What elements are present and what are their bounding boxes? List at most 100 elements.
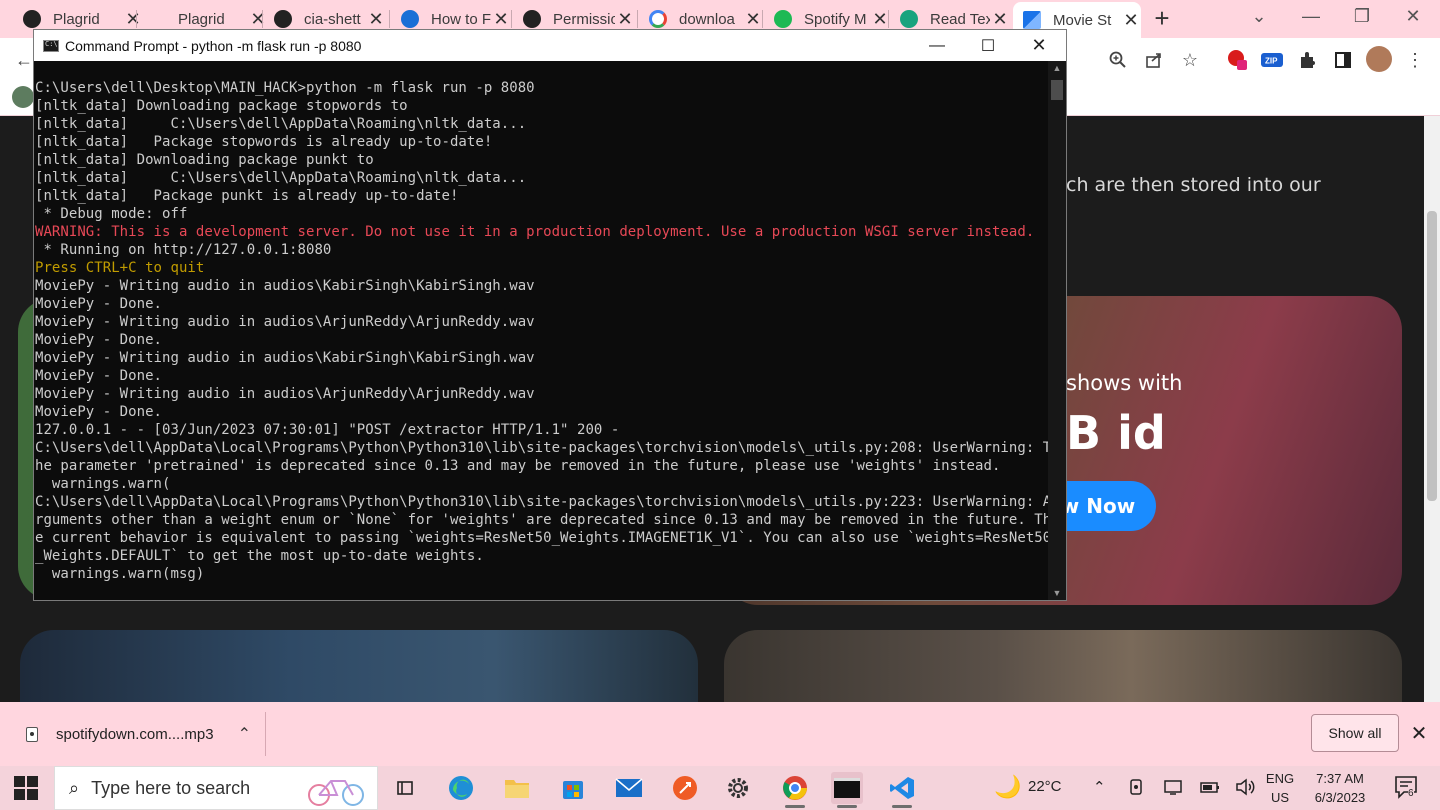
cmd-maximize-button[interactable]: ☐ bbox=[963, 30, 1013, 61]
close-shelf-icon[interactable]: ✕ bbox=[1407, 722, 1431, 746]
volume-speaker-icon[interactable] bbox=[1235, 778, 1255, 800]
github-icon bbox=[523, 10, 541, 28]
profile-avatar[interactable] bbox=[1366, 46, 1392, 72]
tab-title: Permissio bbox=[553, 10, 615, 28]
windows-taskbar: ⌕ Type here to search 🌙 22°C ⌃ ENG US 7:… bbox=[0, 766, 1440, 810]
console-line: MoviePy - Writing audio in audios\ArjunR… bbox=[35, 386, 535, 402]
page-scrollbar[interactable] bbox=[1424, 116, 1440, 702]
console-line: [nltk_data] C:\Users\dell\AppData\Roamin… bbox=[35, 170, 527, 186]
console-line: C:\Users\dell\AppData\Local\Programs\Pyt… bbox=[35, 440, 1049, 456]
gear-icon bbox=[23, 10, 41, 28]
lower-card-right bbox=[724, 630, 1402, 702]
settings-gear-icon[interactable] bbox=[722, 772, 754, 804]
share-icon[interactable] bbox=[1142, 48, 1166, 72]
console-line: [nltk_data] Package punkt is already up-… bbox=[35, 188, 459, 204]
google-icon bbox=[649, 10, 667, 28]
tab-title: Spotify M bbox=[804, 10, 867, 28]
new-tab-button[interactable]: + bbox=[1150, 4, 1174, 32]
page-paragraph-text: ch are then stored into our bbox=[1066, 174, 1321, 196]
tab-close-icon[interactable]: ✕ bbox=[366, 9, 386, 30]
tab-title: Movie St bbox=[1053, 11, 1112, 29]
cmd-scrollbar[interactable]: ▲ ▼ bbox=[1048, 61, 1066, 600]
cmd-icon bbox=[43, 39, 59, 52]
tab-close-icon[interactable]: ✕ bbox=[743, 9, 763, 30]
taskbar-search-box[interactable]: ⌕ Type here to search bbox=[54, 766, 378, 810]
menu-kebab-icon[interactable]: ⋮ bbox=[1403, 48, 1427, 72]
mail-icon[interactable] bbox=[613, 772, 645, 804]
browser-close-button[interactable]: ✕ bbox=[1398, 6, 1428, 27]
display-icon[interactable] bbox=[1163, 778, 1183, 800]
browser-minimize-button[interactable]: — bbox=[1296, 6, 1326, 27]
task-view-icon[interactable] bbox=[389, 772, 421, 804]
weather-temperature[interactable]: 22°C bbox=[1028, 778, 1062, 795]
tab-separator bbox=[888, 10, 889, 28]
tab-separator bbox=[511, 10, 512, 28]
clock-date: 6/3/2023 bbox=[1314, 790, 1366, 805]
edge-browser-icon[interactable] bbox=[445, 772, 477, 804]
scroll-up-icon[interactable]: ▲ bbox=[1048, 63, 1066, 73]
microsoft-store-icon[interactable] bbox=[557, 772, 589, 804]
tab-title: How to F bbox=[431, 10, 491, 28]
postman-app-icon[interactable] bbox=[669, 772, 701, 804]
chevron-up-icon[interactable]: ⌃ bbox=[238, 724, 251, 744]
tab-title: Plagrid bbox=[53, 10, 100, 28]
tab-close-icon[interactable]: ✕ bbox=[491, 9, 511, 30]
tab-close-icon[interactable]: ✕ bbox=[1121, 10, 1141, 31]
notification-center-icon[interactable] bbox=[1394, 774, 1420, 806]
tab-close-icon[interactable]: ✕ bbox=[990, 9, 1010, 30]
zip-extension-icon[interactable]: ZIP bbox=[1260, 48, 1284, 72]
console-line: WARNING: This is a development server. D… bbox=[35, 224, 1035, 240]
battery-icon[interactable] bbox=[1199, 778, 1221, 800]
zoom-icon[interactable] bbox=[1106, 48, 1130, 72]
github-icon bbox=[274, 10, 292, 28]
tab-separator bbox=[136, 10, 137, 28]
windows-start-icon[interactable] bbox=[14, 776, 38, 800]
vscode-icon[interactable] bbox=[886, 772, 918, 808]
download-item[interactable]: spotifydown.com....mp3 ⌃ bbox=[16, 712, 266, 756]
console-line: MoviePy - Writing audio in audios\KabirS… bbox=[35, 278, 535, 294]
console-line: [nltk_data] Package stopwords is already… bbox=[35, 134, 493, 150]
language-code: ENG bbox=[1265, 771, 1295, 786]
console-line: * Debug mode: off bbox=[35, 206, 188, 222]
side-panel-icon[interactable] bbox=[1331, 48, 1355, 72]
bookmark-site-icon[interactable] bbox=[12, 86, 34, 108]
weather-moon-icon[interactable]: 🌙 bbox=[994, 774, 1021, 800]
system-clock[interactable]: 7:37 AM 6/3/2023 bbox=[1300, 769, 1380, 807]
extension-red-icon[interactable] bbox=[1226, 48, 1250, 72]
extensions-puzzle-icon[interactable] bbox=[1295, 48, 1319, 72]
bookmark-star-icon[interactable]: ☆ bbox=[1178, 48, 1202, 72]
hero-cta-label: w Now bbox=[1060, 494, 1136, 518]
tab-close-icon[interactable]: ✕ bbox=[248, 9, 268, 30]
file-explorer-icon[interactable] bbox=[501, 772, 533, 804]
bicycle-illustration-icon bbox=[308, 780, 364, 806]
cmd-minimize-button[interactable]: — bbox=[912, 30, 962, 61]
page-scrollbar-thumb[interactable] bbox=[1427, 211, 1437, 501]
notification-count: 6 bbox=[1408, 788, 1414, 799]
cmd-scrollbar-thumb[interactable] bbox=[1051, 80, 1063, 100]
cmd-taskbar-icon[interactable] bbox=[831, 772, 863, 808]
tab-close-icon[interactable]: ✕ bbox=[870, 9, 890, 30]
svg-text:ZIP: ZIP bbox=[1265, 57, 1278, 66]
chrome-taskbar-icon[interactable] bbox=[779, 772, 811, 808]
tab-search-icon[interactable]: ⌄ bbox=[1244, 6, 1274, 27]
console-line: _Weights.DEFAULT` to get the most up-to-… bbox=[35, 548, 484, 564]
browser-restore-button[interactable]: ❐ bbox=[1347, 6, 1377, 27]
swirl-icon bbox=[401, 10, 419, 28]
console-output[interactable]: C:\Users\dell\Desktop\MAIN_HACK>python -… bbox=[35, 79, 1049, 599]
movie-icon bbox=[1023, 11, 1041, 29]
show-all-button[interactable]: Show all bbox=[1311, 714, 1399, 752]
command-prompt-window[interactable]: Command Prompt - python -m flask run -p … bbox=[33, 29, 1067, 601]
console-line: C:\Users\dell\AppData\Local\Programs\Pyt… bbox=[35, 494, 1049, 510]
console-line: C:\Users\dell\Desktop\MAIN_HACK>python -… bbox=[35, 80, 535, 96]
console-line: [nltk_data] Downloading package stopword… bbox=[35, 98, 408, 114]
language-indicator[interactable]: ENG US bbox=[1262, 769, 1298, 807]
show-hidden-icons-chevron-icon[interactable]: ⌃ bbox=[1093, 778, 1106, 796]
hero-subtitle: shows with bbox=[1066, 371, 1183, 395]
tab-close-icon[interactable]: ✕ bbox=[615, 9, 635, 30]
cmd-close-button[interactable]: ✕ bbox=[1014, 30, 1064, 61]
spotify-icon bbox=[774, 10, 792, 28]
console-line: warnings.warn(msg) bbox=[35, 566, 205, 582]
cmd-title-bar[interactable]: Command Prompt - python -m flask run -p … bbox=[34, 30, 1066, 61]
scroll-down-icon[interactable]: ▼ bbox=[1048, 588, 1066, 598]
meet-now-icon[interactable] bbox=[1128, 778, 1146, 800]
